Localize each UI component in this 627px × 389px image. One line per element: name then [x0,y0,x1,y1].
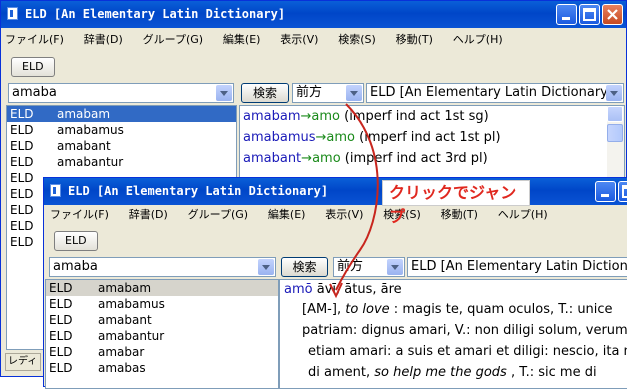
front-menu-bar: ファイル(F) 辞書(D) グループ(G) 編集(E) 表示(V) 検索(S) … [50,206,564,224]
menu-move[interactable]: 移動(T) [441,206,478,222]
front-window-title: ELD [An Elementary Latin Dictionary] [68,184,329,198]
list-item[interactable]: ELD amabam [7,106,236,122]
entry-definition-line: di ament, so help me the gods , T.: sic … [308,365,597,380]
menu-help[interactable]: ヘルプ(H) [453,31,503,47]
chevron-down-icon[interactable] [387,259,403,275]
front-search-value: amaba [53,259,98,274]
list-item[interactable]: ELD amabant [7,138,236,154]
entry-forms: āvī, ātus, āre [312,282,402,297]
front-title-bar[interactable]: ELD [An Elementary Latin Dictionary] [44,178,627,205]
back-direction-value: 前方 [296,85,323,100]
result-line[interactable]: amabant→amo (imperf ind act 3rd pl) [243,148,624,169]
minimize-icon [562,17,570,20]
back-title-bar[interactable]: ELD [An Elementary Latin Dictionary] [1,1,626,28]
menu-view[interactable]: 表示(V) [280,31,318,47]
entry-headword: amō [284,282,313,297]
menu-dictionary[interactable]: 辞書(D) [84,31,123,47]
scroll-thumb[interactable] [607,124,623,142]
list-item[interactable]: ELD amabant [46,312,278,328]
maximize-icon [622,185,627,198]
maximize-button[interactable] [579,4,600,25]
back-search-value: amaba [12,85,57,100]
menu-group[interactable]: グループ(G) [188,206,248,222]
list-item[interactable]: ELD amabas [46,360,278,376]
back-result-pane[interactable]: amabam→amo (imperf ind act 1st sg) amaba… [239,105,625,185]
entry-headword-line: amō āvī, ātus, āre [284,280,627,299]
entry-definition-line: [AM-], to love : magis te, quam oculos, … [302,302,613,317]
list-item[interactable]: ELD amabamus [7,122,236,138]
back-direction-select[interactable]: 前方 [292,83,364,103]
front-search-button[interactable]: 検索 [281,257,328,277]
front-window: ELD [An Elementary Latin Dictionary] ファイ… [43,177,627,389]
minimize-icon [601,194,609,197]
list-item[interactable]: ELD amabantur [7,154,236,170]
menu-help[interactable]: ヘルプ(H) [498,206,548,222]
minimize-button[interactable] [595,181,616,202]
status-bar-text: レディ [5,353,41,371]
entry-definition-line: etiam amari: a suis et amari et diligi: … [308,344,627,359]
app-icon [50,184,61,197]
list-item[interactable]: ELD amabantur [46,328,278,344]
back-dictionary-value: ELD [An Elementary Latin Dictionary] [370,85,613,100]
chevron-down-icon[interactable] [606,85,622,101]
front-dictionary-select[interactable]: ELD [An Elementary Latin Dictionary] [407,257,627,277]
menu-move[interactable]: 移動(T) [396,31,433,47]
menu-file[interactable]: ファイル(F) [50,206,109,222]
back-dictionary-select[interactable]: ELD [An Elementary Latin Dictionary] [366,83,624,103]
menu-dictionary[interactable]: 辞書(D) [129,206,168,222]
entry-definition-line: patriam: dignus amari, V.: non diligi so… [302,323,627,338]
front-direction-select[interactable]: 前方 [333,257,405,277]
close-button[interactable] [602,4,623,25]
menu-view[interactable]: 表示(V) [325,206,363,222]
menu-search[interactable]: 検索(S) [338,31,376,47]
app-icon [7,7,18,20]
back-menu-bar: ファイル(F) 辞書(D) グループ(G) 編集(E) 表示(V) 検索(S) … [5,31,519,49]
front-search-input[interactable]: amaba [49,257,276,277]
menu-group[interactable]: グループ(G) [143,31,203,47]
chevron-down-icon[interactable] [258,259,274,275]
front-entry-pane[interactable]: amō āvī, ātus, āre [AM-], to love : magi… [279,279,627,389]
scroll-up-arrow-icon[interactable] [607,106,623,122]
result-line[interactable]: amabamus→amo (imperf ind act 1st pl) [243,127,624,148]
back-search-input[interactable]: amaba [8,83,234,103]
front-dictionary-value: ELD [An Elementary Latin Dictionary] [411,259,627,274]
menu-edit[interactable]: 編集(E) [223,31,261,47]
maximize-button[interactable] [618,181,627,202]
back-search-button[interactable]: 検索 [241,83,289,103]
menu-file[interactable]: ファイル(F) [5,31,64,47]
minimize-button[interactable] [556,4,577,25]
chevron-down-icon[interactable] [216,85,232,101]
front-eld-toolbar-button[interactable]: ELD [54,231,98,251]
back-window-title: ELD [An Elementary Latin Dictionary] [25,7,286,21]
menu-edit[interactable]: 編集(E) [268,206,306,222]
front-direction-value: 前方 [337,259,364,274]
list-item[interactable]: ELD amabar [46,344,278,360]
chevron-down-icon[interactable] [346,85,362,101]
back-eld-toolbar-button[interactable]: ELD [11,57,55,77]
close-icon [607,9,618,20]
result-line[interactable]: amabam→amo (imperf ind act 1st sg) [243,106,624,127]
front-word-list[interactable]: ELD amabam ELD amabamus ELD amabant ELD amab… [45,279,279,389]
jump-callout-label: クリックでジャンプ [382,180,530,226]
list-item[interactable]: ELD amabam [46,280,278,296]
vertical-scrollbar[interactable] [607,106,624,184]
list-item[interactable]: ELD amabamus [46,296,278,312]
maximize-icon [583,8,596,21]
